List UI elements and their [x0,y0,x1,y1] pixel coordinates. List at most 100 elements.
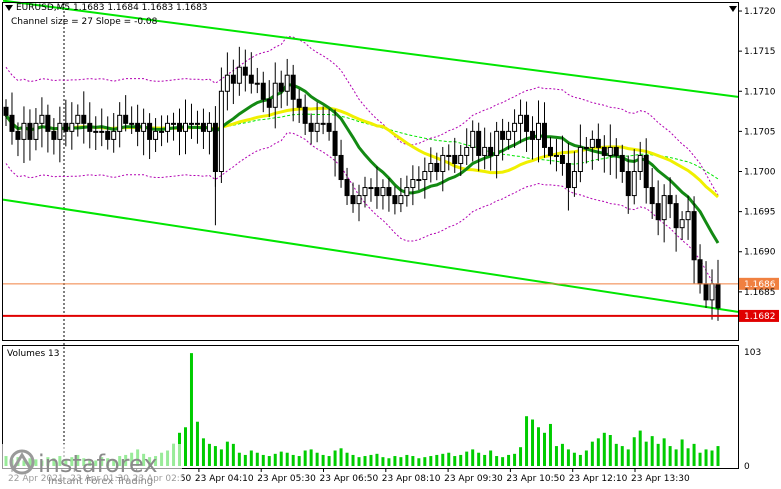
candle-body [105,130,111,140]
candle-body [290,74,296,100]
candle-body [284,74,290,92]
time-tick-label: 23 Apr 05:30 [257,474,316,484]
candle-body [494,130,500,156]
candle-body [685,211,691,221]
candle-body [320,122,326,125]
candle-body [434,162,440,173]
candle-body [45,114,51,132]
candle-body [607,146,613,156]
candle-body [278,82,284,92]
volume-tick-label: 103 [744,348,761,358]
candle-body [3,106,9,116]
candle-body [302,106,308,124]
candle-body [57,122,63,140]
candle-body [326,122,332,132]
candle-body [260,82,266,100]
candle-body [661,195,667,221]
candle-body [165,122,171,132]
candle-body [571,171,577,189]
candle-body [344,179,350,197]
candle-body [410,179,416,189]
candle-body [631,171,637,197]
candle-body [559,154,565,164]
candle-body [541,122,547,148]
candle-body [500,130,506,140]
price-tick-label: 1.1700 [744,168,776,178]
candle-body [9,114,15,132]
candle-body [171,122,177,125]
logo-brand: instaforex [38,450,158,478]
candle-body [553,154,559,157]
price-label-text: 1.1682 [744,312,776,322]
candle-body [194,122,200,125]
candle-body [601,146,607,156]
candle-body [440,154,446,172]
candle-body [99,130,105,133]
candle-body [709,283,715,301]
candle-body [159,130,165,133]
candle-body [565,162,571,189]
candle-body [697,259,703,285]
candle-body [380,187,386,197]
time-tick-label: 23 Apr 04:10 [195,474,254,484]
candle-body [428,162,434,173]
candle-body [81,114,87,124]
candle-body [51,130,57,140]
candle-body [69,122,75,132]
candle-body [703,283,709,301]
candle-body [470,130,476,148]
symbol-ohlc-text: EURUSD,M5 1.1683 1.1684 1.1683 1.1683 [16,3,208,13]
candle-body [153,130,159,140]
candle-body [141,122,147,132]
candle-body [476,130,482,156]
candle-body [547,146,553,156]
candle-body [530,130,536,140]
candle-body [506,130,512,140]
candle-body [188,122,194,125]
candle-body [135,122,141,132]
price-tick-label: 1.1720 [744,7,776,17]
candle-body [673,203,679,229]
candle-body [715,283,721,309]
candle-body [589,138,595,148]
candle-body [218,90,224,172]
candle-body [63,122,69,132]
price-tick-label: 1.1695 [744,208,776,218]
candle-body [362,187,368,197]
candle-body [332,130,338,156]
candle-body [518,114,524,124]
candle-body [595,138,601,148]
time-tick-label: 23 Apr 09:30 [444,474,503,484]
candle-body [524,114,530,132]
symbol-header: EURUSD,M5 1.1683 1.1684 1.1683 1.1683 [5,3,208,13]
candle-body [488,146,494,156]
candle-body [272,82,278,108]
candle-body [386,187,392,197]
candle-body [691,211,697,261]
candle-body [649,187,655,205]
candle-body [224,74,230,92]
chart-background [0,0,781,489]
candle-body [583,146,589,149]
candle-body [230,74,236,84]
candle-body [75,114,81,124]
candle-body [123,114,129,124]
time-tick-label: 23 Apr 06:50 [320,474,379,484]
price-tick-label: 1.1715 [744,47,776,57]
candle-body [667,195,673,205]
candle-body [625,171,631,197]
candle-body [27,122,33,140]
candle-body [679,219,685,229]
candle-body [338,154,344,181]
candle-body [613,146,619,156]
channel-info-text: Channel size = 27 Slope = -0.08 [11,17,158,27]
price-tick-label: 1.1690 [744,248,776,258]
candle-body [577,146,583,173]
candle-body [117,114,123,132]
candle-body [296,98,302,108]
candle-body [93,130,99,133]
instaforex-logo: instaforex Instant Forex Trading [0,444,182,489]
candle-body [266,98,272,108]
candle-body [356,195,362,205]
candle-body [236,66,242,84]
